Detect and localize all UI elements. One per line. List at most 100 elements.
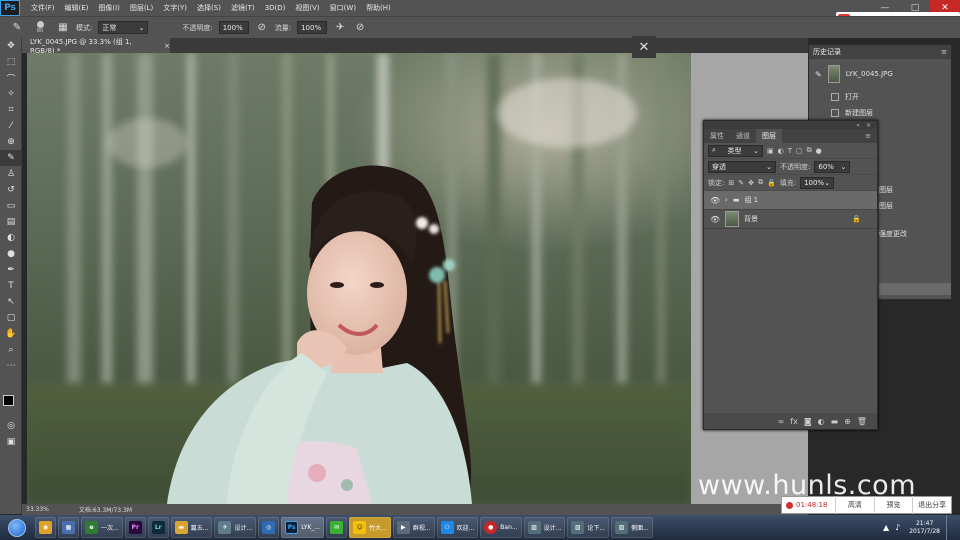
- history-item[interactable]: 打开: [809, 89, 951, 105]
- photo-canvas[interactable]: [27, 53, 691, 504]
- quick-select-tool-icon[interactable]: ✧: [0, 86, 22, 102]
- lasso-tool-icon[interactable]: ⌒: [0, 70, 22, 86]
- start-button[interactable]: [0, 515, 34, 540]
- marquee-tool-icon[interactable]: ⬚: [0, 54, 22, 70]
- menu-3d[interactable]: 3D(D): [260, 0, 291, 16]
- document-tab[interactable]: LYK_0045.JPG @ 33.3% (组 1, RGB/8) * ×: [22, 38, 170, 55]
- layer-row-group[interactable]: 👁 › ▬ 组 1: [704, 191, 877, 210]
- eyedropper-tool-icon[interactable]: ⁄: [0, 118, 22, 134]
- taskbar-app-folder[interactable]: ▬ 篇五...: [170, 517, 213, 538]
- zoom-tool-icon[interactable]: ⌕: [0, 342, 22, 358]
- add-mask-icon[interactable]: ◙: [804, 417, 812, 426]
- preview-button[interactable]: 预览: [873, 496, 913, 514]
- lock-pixels-icon[interactable]: ✎: [738, 179, 744, 187]
- taskbar-app-image-3[interactable]: ▨ 侧面...: [611, 517, 653, 538]
- menu-window[interactable]: 窗口(W): [325, 0, 361, 16]
- menu-select[interactable]: 选择(S): [192, 0, 226, 16]
- opacity-input[interactable]: 100%: [218, 21, 249, 34]
- layer-row-background[interactable]: 👁 背景 🔒: [704, 210, 877, 229]
- brush-tool-icon[interactable]: ✎: [10, 21, 24, 35]
- taskbar-app-browser[interactable]: e 一次...: [81, 517, 123, 538]
- filter-shape-icon[interactable]: ▢: [796, 147, 803, 155]
- taskbar-app-calculator[interactable]: ▦: [58, 517, 79, 538]
- flow-input[interactable]: 100%: [297, 21, 328, 34]
- shape-tool-icon[interactable]: ▢: [0, 310, 22, 326]
- history-brush-source-icon[interactable]: ✎: [815, 70, 822, 79]
- volume-icon[interactable]: ♪: [892, 523, 903, 532]
- collapse-icon[interactable]: «: [856, 122, 860, 129]
- new-group-icon[interactable]: ▬: [831, 417, 839, 426]
- adjustment-layer-icon[interactable]: ◐: [818, 417, 825, 426]
- visibility-eye-icon[interactable]: 👁: [710, 215, 720, 224]
- link-layers-icon[interactable]: ∞: [778, 417, 785, 426]
- lock-transparency-icon[interactable]: ⊞: [728, 179, 734, 187]
- tab-properties[interactable]: 属性: [704, 129, 730, 143]
- pen-tool-icon[interactable]: ✒: [0, 262, 22, 278]
- menu-layer[interactable]: 图层(L): [125, 0, 158, 16]
- hand-tool-icon[interactable]: ✋: [0, 326, 22, 342]
- menu-edit[interactable]: 编辑(E): [60, 0, 94, 16]
- system-clock[interactable]: 21:47 2017/7/28: [903, 520, 946, 536]
- crop-tool-icon[interactable]: ⌗: [0, 102, 22, 118]
- path-select-tool-icon[interactable]: ↖: [0, 294, 22, 310]
- taskbar-app-photos[interactable]: ◉: [35, 517, 56, 538]
- hd-button[interactable]: 高清: [834, 496, 874, 514]
- blur-tool-icon[interactable]: ◐: [0, 230, 22, 246]
- layer-filter-select[interactable]: ⌕ 类型 ⌄: [708, 144, 763, 157]
- pressure-size-icon[interactable]: ⊘: [353, 21, 367, 35]
- menu-filter[interactable]: 滤镜(T): [226, 0, 260, 16]
- history-item-clipped[interactable]: 强度更改: [879, 229, 907, 239]
- mode-select[interactable]: 正常 ⌄: [98, 21, 149, 34]
- panel-menu-icon[interactable]: ≡: [941, 48, 947, 56]
- layer-opacity-input[interactable]: 60% ⌄: [814, 160, 851, 173]
- screen-mode-icon[interactable]: ▣: [0, 434, 22, 450]
- taskbar-app-image-1[interactable]: ▨ 设计...: [523, 517, 566, 538]
- history-brush-tool-icon[interactable]: ↺: [0, 182, 22, 198]
- menu-view[interactable]: 视图(V): [290, 0, 324, 16]
- taskbar-app-recorder[interactable]: ● Ban...: [480, 517, 522, 538]
- foreground-color-swatch[interactable]: [3, 395, 14, 406]
- taskbar-app-qq[interactable]: ☺ 竹大...: [349, 517, 391, 538]
- filter-toggle-icon[interactable]: ●: [816, 147, 822, 155]
- healing-brush-tool-icon[interactable]: ⊕: [0, 134, 22, 150]
- taskbar-app-wechat[interactable]: ✉: [326, 517, 348, 538]
- new-layer-icon[interactable]: ⊕: [844, 417, 851, 426]
- fill-input[interactable]: 100% ⌄: [800, 176, 835, 189]
- menu-file[interactable]: 文件(F): [26, 0, 60, 16]
- history-item-clipped[interactable]: 图层: [879, 201, 893, 211]
- quick-mask-icon[interactable]: ◎: [0, 418, 22, 434]
- filter-adjust-icon[interactable]: ◐: [778, 147, 784, 155]
- zoom-level[interactable]: 33.33%: [26, 506, 49, 513]
- filter-pixel-icon[interactable]: ▣: [767, 147, 774, 155]
- taskbar-app-image-2[interactable]: ▨ 论下...: [567, 517, 610, 538]
- clone-stamp-tool-icon[interactable]: ♙: [0, 166, 22, 182]
- lock-all-icon[interactable]: 🔒: [767, 179, 776, 187]
- brush-preset-picker[interactable]: 80: [30, 21, 50, 34]
- fx-icon[interactable]: fx: [790, 417, 798, 426]
- move-tool-icon[interactable]: ✥: [0, 38, 22, 54]
- taskbar-app-video[interactable]: ▶ 群视...: [392, 517, 435, 538]
- show-desktop-button[interactable]: [946, 515, 954, 540]
- gradient-tool-icon[interactable]: ▤: [0, 214, 22, 230]
- exit-share-button[interactable]: 退出分享: [912, 496, 951, 514]
- eraser-tool-icon[interactable]: ▭: [0, 198, 22, 214]
- history-panel-title[interactable]: 历史记录: [813, 47, 841, 57]
- taskbar-app-ps-helper[interactable]: ◎: [258, 517, 280, 538]
- taskbar-app-premiere[interactable]: Pr: [124, 517, 146, 538]
- menu-help[interactable]: 帮助(H): [361, 0, 396, 16]
- taskbar-app-design[interactable]: ✈ 设计...: [214, 517, 257, 538]
- close-tab-icon[interactable]: ×: [164, 42, 170, 50]
- blend-mode-select[interactable]: 穿透 ⌄: [708, 160, 776, 173]
- dodge-tool-icon[interactable]: ●: [0, 246, 22, 262]
- tab-layers[interactable]: 图层: [756, 129, 782, 143]
- airbrush-icon[interactable]: ✈: [333, 21, 347, 35]
- more-tools-icon[interactable]: ⋯: [0, 358, 22, 374]
- menu-type[interactable]: 文字(Y): [158, 0, 192, 16]
- history-snapshot[interactable]: ✎ LYK_0045.JPG: [809, 59, 951, 89]
- panel-collapse-bar[interactable]: « ×: [704, 121, 877, 129]
- taskbar-app-lightroom[interactable]: Lr: [147, 517, 169, 538]
- close-panel-icon[interactable]: ×: [866, 122, 871, 129]
- history-item-clipped[interactable]: 图层: [879, 185, 893, 195]
- type-tool-icon[interactable]: T: [0, 278, 22, 294]
- filter-smart-icon[interactable]: ⧉: [807, 146, 812, 155]
